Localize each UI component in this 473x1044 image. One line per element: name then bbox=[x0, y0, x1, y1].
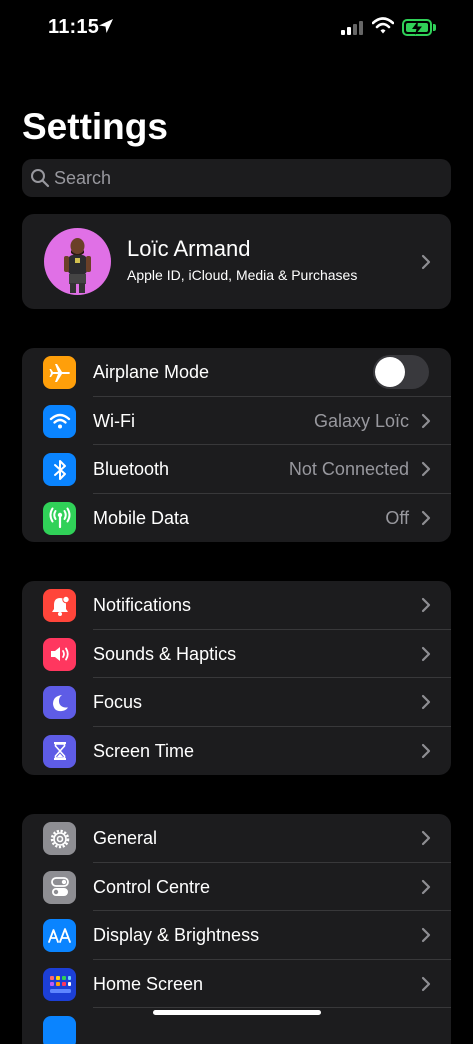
chevron-right-icon bbox=[421, 695, 431, 710]
airplane-icon bbox=[43, 356, 76, 389]
chevron-right-icon bbox=[421, 510, 431, 525]
moon-icon bbox=[43, 686, 76, 720]
apple-id-profile-row[interactable]: Loïc Armand Apple ID, iCloud, Media & Pu… bbox=[22, 214, 451, 309]
chevron-right-icon bbox=[421, 646, 431, 661]
row-label: Control Centre bbox=[93, 876, 211, 897]
chevron-right-icon bbox=[421, 830, 431, 846]
settings-row-airplane-mode[interactable]: Airplane Mode bbox=[22, 348, 451, 397]
row-label: Wi-Fi bbox=[93, 410, 135, 431]
chevron-right-icon bbox=[421, 413, 431, 428]
accessibility-icon bbox=[43, 1016, 76, 1044]
bell-icon bbox=[43, 589, 76, 622]
battery-nub bbox=[433, 24, 436, 31]
settings-row-notifications[interactable]: Notifications bbox=[22, 581, 451, 630]
settings-row-mobile-data[interactable]: Mobile Data Off bbox=[22, 494, 451, 542]
chevron-right-icon bbox=[421, 743, 431, 758]
hourglass-icon bbox=[43, 734, 76, 768]
status-time: 11:15 bbox=[48, 16, 100, 38]
row-label: Mobile Data bbox=[93, 507, 190, 528]
chevron-right-icon bbox=[421, 597, 431, 613]
bluetooth-icon bbox=[43, 453, 76, 487]
settings-row-wifi[interactable]: Wi-Fi Galaxy Loïc bbox=[22, 397, 451, 446]
settings-row-display-brightness[interactable]: Display & Brightness bbox=[22, 911, 451, 960]
avatar bbox=[44, 228, 111, 295]
row-label: Bluetooth bbox=[93, 459, 170, 480]
chevron-right-icon bbox=[421, 976, 431, 991]
row-value: Not Connected bbox=[288, 459, 409, 480]
search-field[interactable]: Search bbox=[22, 159, 451, 197]
settings-row-home-screen[interactable]: Home Screen bbox=[22, 960, 451, 1009]
settings-row-sounds[interactable]: Sounds & Haptics bbox=[22, 630, 451, 679]
airplane-mode-toggle[interactable] bbox=[373, 355, 429, 389]
row-label: Home Screen bbox=[93, 973, 204, 994]
settings-row-focus[interactable]: Focus bbox=[22, 678, 451, 727]
app-grid-icon bbox=[43, 967, 76, 1001]
row-value: Off bbox=[385, 507, 409, 528]
switches-icon bbox=[43, 870, 76, 904]
row-label: General bbox=[93, 828, 158, 848]
status-bar: 11:15 bbox=[0, 0, 473, 56]
row-label: Airplane Mode bbox=[93, 362, 210, 382]
search-placeholder: Search bbox=[54, 168, 112, 188]
settings-row-control-centre[interactable]: Control Centre bbox=[22, 863, 451, 912]
wifi-icon bbox=[43, 404, 76, 438]
row-label: Notifications bbox=[93, 595, 192, 615]
row-label: Display & Brightness bbox=[93, 925, 260, 946]
home-indicator[interactable] bbox=[153, 1010, 321, 1015]
text-size-icon bbox=[43, 919, 76, 953]
row-value: Galaxy Loïc bbox=[313, 410, 409, 431]
chevron-right-icon bbox=[421, 254, 431, 270]
wifi-status-icon bbox=[372, 17, 394, 34]
profile-name: Loïc Armand bbox=[127, 236, 251, 261]
cellular-signal-icon bbox=[341, 21, 365, 35]
chevron-right-icon bbox=[421, 928, 431, 943]
row-label: Sounds & Haptics bbox=[93, 643, 237, 664]
search-icon bbox=[31, 169, 50, 188]
antenna-icon bbox=[43, 501, 76, 535]
settings-row-screen-time[interactable]: Screen Time bbox=[22, 727, 451, 775]
gear-icon bbox=[43, 822, 76, 855]
location-arrow-icon bbox=[99, 19, 113, 33]
row-label: Screen Time bbox=[93, 740, 195, 761]
page-title: Settings bbox=[22, 106, 168, 147]
battery-charging-icon bbox=[402, 19, 432, 36]
connectivity-group: Airplane Mode Wi-Fi Galaxy Loïc Bluetoot… bbox=[22, 348, 451, 542]
chevron-right-icon bbox=[421, 879, 431, 894]
settings-row-general[interactable]: General bbox=[22, 814, 451, 863]
settings-row-bluetooth[interactable]: Bluetooth Not Connected bbox=[22, 445, 451, 494]
row-label: Focus bbox=[93, 692, 143, 713]
profile-subtitle: Apple ID, iCloud, Media & Purchases bbox=[127, 267, 358, 283]
chevron-right-icon bbox=[421, 462, 431, 477]
notifications-group: Notifications Sounds & Haptics Focus Scr… bbox=[22, 581, 451, 775]
speaker-icon bbox=[43, 637, 76, 671]
